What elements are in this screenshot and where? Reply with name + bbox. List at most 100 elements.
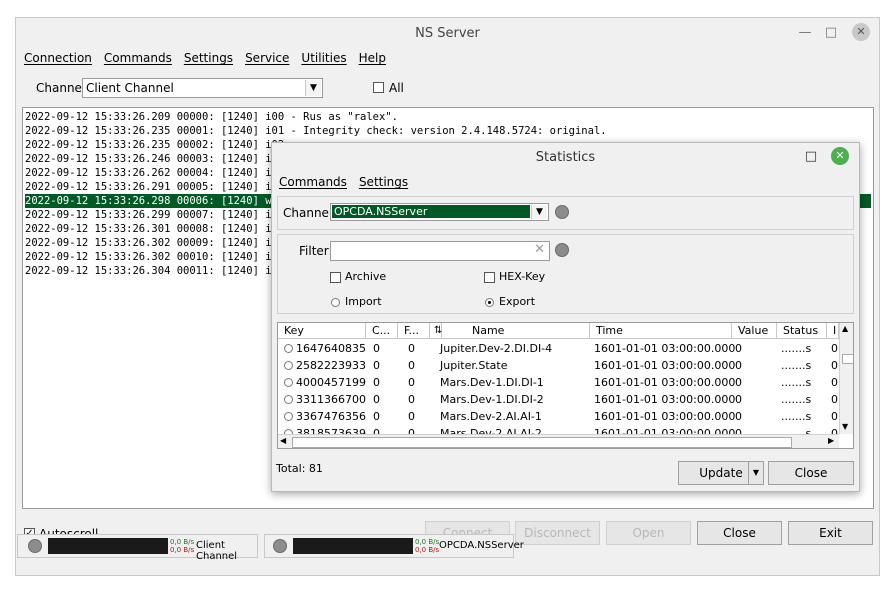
all-label: All: [389, 81, 404, 95]
archive-checkbox[interactable]: [330, 272, 341, 283]
column-header-key[interactable]: Key: [278, 323, 366, 339]
chevron-down-icon[interactable]: ▼: [305, 80, 321, 96]
sort-asc-icon[interactable]: ⇅: [430, 323, 442, 339]
row-radio[interactable]: [284, 412, 293, 421]
table-cell: 0: [735, 410, 742, 423]
channel-select[interactable]: Client Channel ▼: [82, 78, 323, 98]
clear-icon[interactable]: ✕: [534, 242, 545, 257]
close-icon[interactable]: ✕: [831, 147, 849, 165]
vertical-scrollbar[interactable]: ▲ ▼: [839, 323, 853, 434]
archive-label: Archive: [345, 270, 387, 283]
log-line: 2022-09-12 15:33:26.209 00000: [1240] i0…: [25, 111, 398, 123]
status-channel-name: Client Channel: [196, 540, 238, 562]
filter-input[interactable]: ✕: [330, 241, 550, 261]
stats-channel-select[interactable]: OPCDA.NSServer ▼: [330, 203, 549, 221]
table-cell: 0: [408, 376, 415, 389]
scroll-left-icon[interactable]: ◀: [280, 436, 286, 445]
log-line: 2022-09-12 15:33:26.302 00009: [1240] i2…: [25, 237, 285, 249]
horizontal-scrollbar[interactable]: ◀ ▶: [278, 434, 839, 448]
close-icon[interactable]: ✕: [852, 23, 870, 41]
table-cell: 3311366700: [296, 393, 366, 406]
table-cell: .......s: [781, 410, 812, 423]
table-cell: 0: [831, 410, 838, 423]
table-cell: 4000457199: [296, 376, 366, 389]
statistics-dialog: Statistics □ ✕ Commands Settings Channel…: [271, 142, 860, 492]
rate-out: 0,0 B/s: [415, 546, 440, 554]
close-button[interactable]: Close: [697, 521, 782, 545]
table-cell: 1601-01-01 03:00:00.000: [594, 342, 736, 355]
chevron-down-icon[interactable]: ▼: [531, 205, 547, 219]
dialog-title: Statistics: [535, 150, 596, 165]
scroll-up-icon[interactable]: ▲: [842, 324, 848, 333]
update-dropdown-icon[interactable]: ▼: [748, 461, 764, 485]
menu-settings[interactable]: Settings: [178, 48, 239, 68]
minimize-icon[interactable]: —: [796, 24, 814, 42]
scroll-thumb[interactable]: [292, 437, 792, 448]
row-radio[interactable]: [284, 395, 293, 404]
column-header-status[interactable]: Status: [777, 323, 827, 339]
log-line: 2022-09-12 15:33:26.291 00005: [1240] i2…: [25, 181, 285, 193]
column-header-name[interactable]: Name: [442, 323, 590, 339]
column-header-f[interactable]: F...: [398, 323, 430, 339]
maximize-icon[interactable]: □: [802, 148, 820, 166]
log-line: 2022-09-12 15:33:26.304 00011: [1240] i0…: [25, 265, 285, 277]
table-cell: 0: [408, 359, 415, 372]
table-cell: 0: [373, 342, 380, 355]
table-cell: 1601-01-01 03:00:00.000: [594, 359, 736, 372]
stats-menubar: Commands Settings: [273, 172, 414, 192]
log-line: 2022-09-12 15:33:26.262 00004: [1240] i2…: [25, 167, 285, 179]
stats-channel-value: OPCDA.NSServer: [332, 205, 530, 218]
table-cell: 0: [831, 359, 838, 372]
table-cell: 0: [408, 393, 415, 406]
total-count: Total: 81: [276, 462, 323, 475]
table-cell: 0: [735, 376, 742, 389]
table-cell: 1601-01-01 03:00:00.000: [594, 393, 736, 406]
row-radio[interactable]: [284, 344, 293, 353]
hexkey-label: HEX-Key: [499, 270, 546, 283]
status-opcda: 0,0 B/s 0,0 B/s OPCDA.NSServer: [264, 534, 524, 558]
status-client-channel: 0,0 B/s 0,0 B/s Client Channel: [17, 534, 258, 562]
hexkey-checkbox[interactable]: [484, 272, 495, 283]
menu-service[interactable]: Service: [239, 48, 295, 68]
maximize-icon[interactable]: □: [822, 24, 840, 42]
table-cell: 2582223933: [296, 359, 366, 372]
export-radio[interactable]: [485, 298, 494, 307]
table-cell: 0: [408, 410, 415, 423]
menu-commands[interactable]: Commands: [98, 48, 178, 68]
channel-group: Channel: OPCDA.NSServer ▼: [277, 196, 854, 230]
traffic-rate: 0,0 B/s 0,0 B/s: [170, 538, 194, 554]
statistics-table[interactable]: Key C... F... ⇅ Name Time Value Status I…: [277, 322, 854, 449]
menu-connection[interactable]: Connection: [18, 48, 98, 68]
scroll-thumb[interactable]: [842, 354, 853, 364]
column-header-c[interactable]: C...: [366, 323, 398, 339]
scroll-right-icon[interactable]: ▶: [828, 436, 834, 445]
channel-status-icon: [555, 205, 569, 219]
all-checkbox[interactable]: [373, 82, 384, 93]
main-menubar: Connection Commands Settings Service Uti…: [18, 48, 392, 68]
log-line: 2022-09-12 15:33:26.235 00001: [1240] i0…: [25, 125, 607, 137]
column-header-time[interactable]: Time: [590, 323, 732, 339]
table-cell: 0: [831, 342, 838, 355]
stats-channel-label: Channel:: [283, 206, 337, 220]
table-cell: 0: [373, 410, 380, 423]
row-radio[interactable]: [284, 378, 293, 387]
table-cell: 0: [373, 359, 380, 372]
menu-utilities[interactable]: Utilities: [295, 48, 352, 68]
import-radio[interactable]: [331, 298, 340, 307]
menu-help[interactable]: Help: [353, 48, 392, 68]
dialog-close-button[interactable]: Close: [768, 461, 854, 485]
filter-group: Filter: ✕ Archive HEX-Key Import Export: [277, 234, 854, 314]
log-line: 2022-09-12 15:33:26.302 00010: [1240] i2…: [25, 251, 285, 263]
menu-settings[interactable]: Settings: [353, 172, 414, 192]
column-header-i[interactable]: I: [827, 323, 839, 339]
status-led-icon: [28, 539, 42, 553]
menu-commands[interactable]: Commands: [273, 172, 353, 192]
disconnect-button[interactable]: Disconnect: [515, 521, 600, 545]
exit-button[interactable]: Exit: [788, 521, 873, 545]
column-header-value[interactable]: Value: [732, 323, 777, 339]
open-button[interactable]: Open: [606, 521, 691, 545]
scroll-down-icon[interactable]: ▼: [842, 422, 848, 431]
table-cell: .......s: [781, 393, 812, 406]
row-radio[interactable]: [284, 361, 293, 370]
table-cell: .......s: [781, 359, 812, 372]
